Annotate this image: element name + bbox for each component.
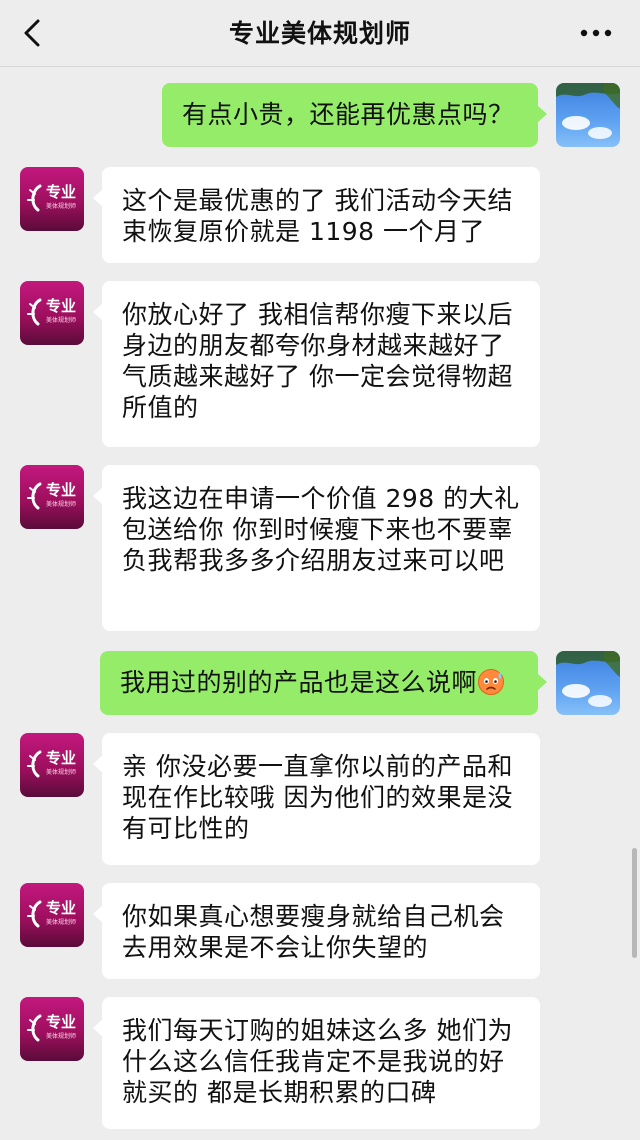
contact-avatar[interactable]: 专业 美体规划师 <box>20 281 84 345</box>
contact-avatar[interactable]: 专业 美体规划师 <box>20 465 84 529</box>
incoming-message-bubble[interactable]: 亲 你没必要一直拿你以前的产品和现在作比较哦 因为他们的效果是没有可比性的 <box>93 733 540 865</box>
brand-logo-subtext: 美体规划师 <box>46 317 77 324</box>
outgoing-message-bubble[interactable]: 我用过的别的产品也是这么说啊 <box>100 651 547 715</box>
outgoing-message-bubble[interactable]: 有点小贵，还能再优惠点吗？ <box>162 83 547 147</box>
brand-logo-text: 专业 <box>46 1013 77 1031</box>
more-dots-icon[interactable] <box>580 28 612 38</box>
chat-message-list[interactable]: 有点小贵，还能再优惠点吗？ 专业 美体规划师 这个是最优惠的了 我们活动今天结束… <box>0 67 640 1140</box>
message-text: 亲 你没必要一直拿你以前的产品和现在作比较哦 因为他们的效果是没有可比性的 <box>122 752 513 843</box>
message-text: 你如果真心想要瘦身就给自己机会去用效果是不会让你失望的 <box>122 902 505 962</box>
brand-logo-subtext: 美体规划师 <box>46 769 77 776</box>
chat-title: 专业美体规划师 <box>228 19 411 48</box>
incoming-message-bubble[interactable]: 你放心好了 我相信帮你瘦下来以后身边的朋友都夸你身材越来越好了 气质越来越好了 … <box>93 281 540 447</box>
my-avatar[interactable] <box>556 651 620 715</box>
contact-avatar[interactable]: 专业 美体规划师 <box>20 167 84 231</box>
contact-avatar[interactable]: 专业 美体规划师 <box>20 883 84 947</box>
incoming-message-bubble[interactable]: 这个是最优惠的了 我们活动今天结束恢复原价就是 1198 一个月了 <box>93 167 540 263</box>
brand-logo-text: 专业 <box>46 899 77 917</box>
brand-logo-text: 专业 <box>46 297 77 315</box>
chat-header: 专业美体规划师 <box>0 0 640 67</box>
contact-avatar[interactable]: 专业 美体规划师 <box>20 997 84 1061</box>
message-text: 我用过的别的产品也是这么说啊 <box>120 668 478 697</box>
incoming-message-bubble[interactable]: 我们每天订购的姐妹这么多 她们为什么这么信任我肯定不是我说的好就买的 都是长期积… <box>93 997 540 1129</box>
message-text: 这个是最优惠的了 我们活动今天结束恢复原价就是 1198 一个月了 <box>122 186 513 246</box>
brand-logo-text: 专业 <box>46 481 77 499</box>
message-text: 你放心好了 我相信帮你瘦下来以后身边的朋友都夸你身材越来越好了 气质越来越好了 … <box>122 300 513 422</box>
brand-logo-subtext: 美体规划师 <box>46 203 77 210</box>
scrollbar[interactable] <box>632 848 637 958</box>
sky-photo-icon <box>556 83 620 139</box>
sky-photo-icon <box>556 651 620 707</box>
message-text: 我们每天订购的姐妹这么多 她们为什么这么信任我肯定不是我说的好就买的 都是长期积… <box>122 1016 513 1107</box>
brand-logo-text: 专业 <box>46 183 77 201</box>
message-text: 我这边在申请一个价值 298 的大礼包送给你 你到时候瘦下来也不要辜负我帮我多多… <box>122 484 520 575</box>
incoming-message-bubble[interactable]: 你如果真心想要瘦身就给自己机会去用效果是不会让你失望的 <box>93 883 540 979</box>
brand-logo-subtext: 美体规划师 <box>46 1033 77 1040</box>
brand-logo-subtext: 美体规划师 <box>46 501 77 508</box>
worried-sweat-emoji-icon <box>478 669 505 695</box>
my-avatar[interactable] <box>556 83 620 147</box>
brand-logo-text: 专业 <box>46 749 77 767</box>
contact-avatar[interactable]: 专业 美体规划师 <box>20 733 84 797</box>
brand-logo-subtext: 美体规划师 <box>46 919 77 926</box>
incoming-message-bubble[interactable]: 我这边在申请一个价值 298 的大礼包送给你 你到时候瘦下来也不要辜负我帮我多多… <box>93 465 540 631</box>
message-text: 有点小贵，还能再优惠点吗？ <box>182 100 514 129</box>
